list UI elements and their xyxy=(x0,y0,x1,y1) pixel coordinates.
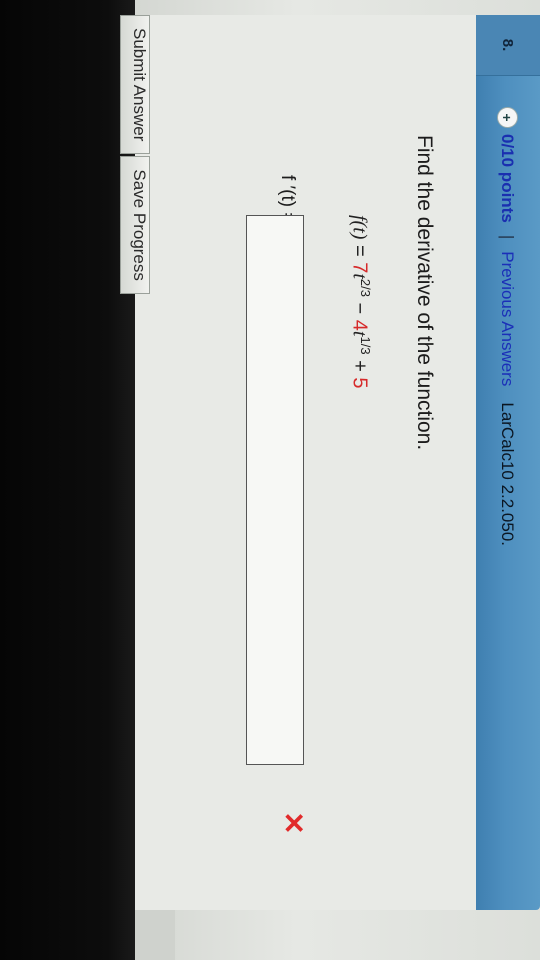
question-header: 8. + 0/10 points | Previous Answers LarC… xyxy=(476,15,540,910)
submit-answer-button[interactable]: Submit Answer xyxy=(120,15,150,155)
problem-prompt: Find the derivative of the function. xyxy=(413,135,436,451)
answer-input[interactable] xyxy=(246,215,304,765)
minus-sign: − xyxy=(348,297,371,320)
previous-answers-link[interactable]: Previous Answers xyxy=(498,251,518,386)
term1-exponent: 2/3 xyxy=(358,278,373,297)
x-wrong-icon: ✕ xyxy=(278,811,309,835)
header-row: + 0/10 points | Previous Answers LarCalc… xyxy=(497,107,518,546)
term1-coefficient: 7 xyxy=(348,262,371,274)
black-border xyxy=(0,0,135,960)
equals-sign: = xyxy=(348,239,371,263)
question-number: 8. xyxy=(476,15,540,76)
expand-icon[interactable]: + xyxy=(497,107,518,128)
function-expression: f(t) = 7t2/3 − 4t1/3 + 5 xyxy=(347,215,373,388)
term2-coefficient: 4 xyxy=(348,319,371,331)
separator: | xyxy=(498,234,518,240)
term2-exponent: 1/3 xyxy=(358,336,373,355)
constant-term: 5 xyxy=(348,377,371,389)
question-panel: 8. + 0/10 points | Previous Answers LarC… xyxy=(120,0,540,960)
plus-sign: + xyxy=(348,354,371,378)
problem-reference: LarCalc10 2.2.050. xyxy=(498,402,518,547)
save-progress-button[interactable]: Save Progress xyxy=(120,156,150,294)
button-bar: Submit Answer Save Progress xyxy=(120,15,150,294)
points-score: 0/10 points xyxy=(498,134,518,223)
question-body: Find the derivative of the function. f(t… xyxy=(135,15,476,910)
function-lhs: f(t) xyxy=(348,215,371,240)
